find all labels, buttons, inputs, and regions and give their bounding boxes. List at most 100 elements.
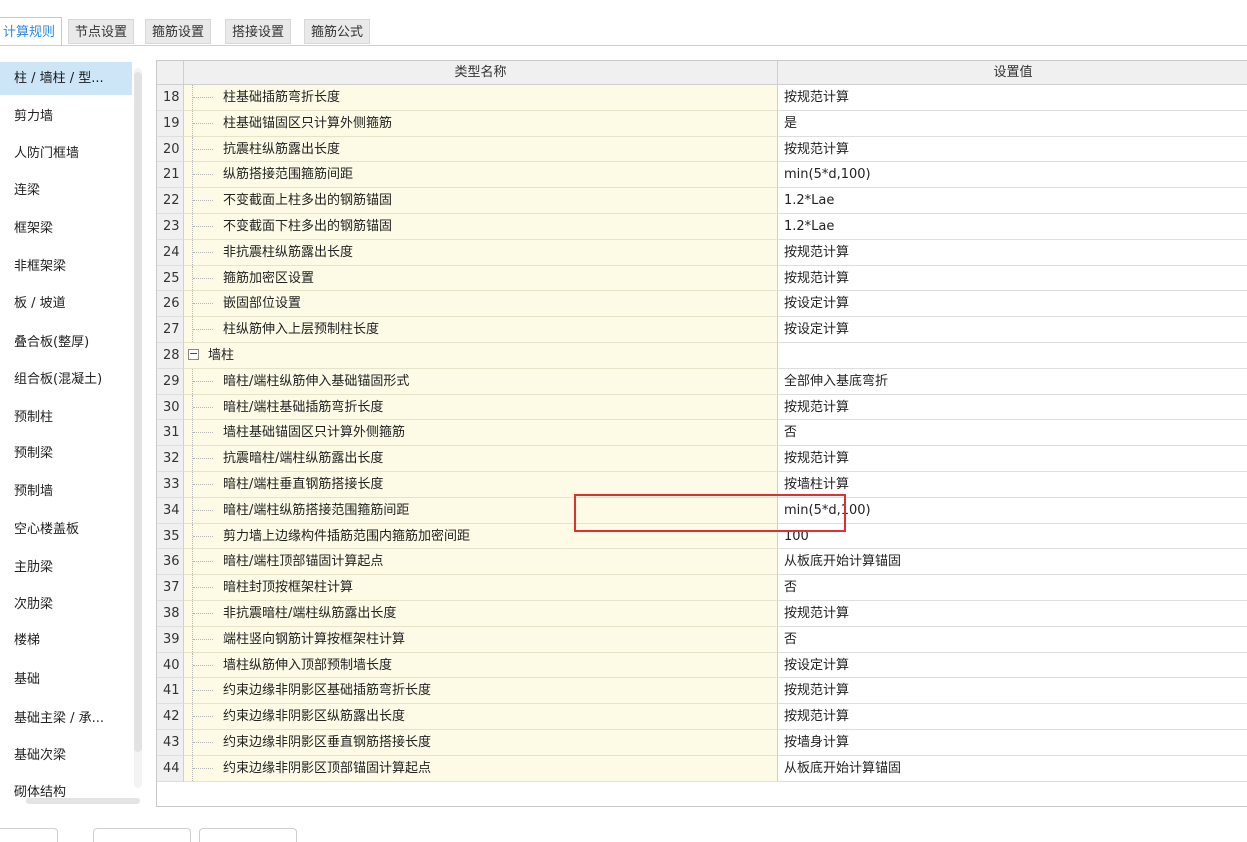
table-row[interactable]: 44 约束边缘非阴影区顶部锚固计算起点 从板底开始计算锚固 [157,755,1247,782]
sidebar-item[interactable]: 组合板(混凝土) [0,362,132,398]
setting-value-cell[interactable]: 按规范计算 [778,394,1247,421]
setting-value-cell[interactable]: 按规范计算 [778,601,1247,627]
type-name-cell[interactable]: 抗震暗柱/端柱纵筋露出长度 [184,446,778,472]
type-name-cell[interactable]: 不变截面上柱多出的钢筋锚固 [184,188,778,214]
sidebar-item[interactable]: 预制梁 [0,436,132,472]
header-type-name[interactable]: 类型名称 [184,61,778,85]
type-name-cell[interactable]: 端柱竖向钢筋计算按框架柱计算 [184,626,778,653]
type-name-cell[interactable]: 墙柱基础锚固区只计算外侧箍筋 [184,420,778,447]
table-row[interactable]: 24 非抗震柱纵筋露出长度 按规范计算 [157,239,1247,266]
table-row[interactable]: 34 暗柱/端柱纵筋搭接范围箍筋间距 min(5*d,100) [157,497,1247,524]
tab-node-settings[interactable]: 节点设置 [68,19,135,44]
type-name-cell[interactable]: − 墙柱 [184,343,778,369]
table-row[interactable]: 26 嵌固部位设置 按设定计算 [157,291,1247,318]
type-name-cell[interactable]: 约束边缘非阴影区基础插筋弯折长度 [184,678,778,705]
setting-value-cell[interactable]: 按规范计算 [778,136,1247,163]
sidebar-item[interactable]: 空心楼盖板 [0,512,132,548]
sidebar-item[interactable]: 非框架梁 [0,249,132,285]
setting-value-cell[interactable]: 按墙柱计算 [778,472,1247,498]
sidebar-item[interactable]: 板 / 坡道 [0,286,132,322]
sidebar-item[interactable]: 叠合板(整厚) [0,325,132,361]
type-name-cell[interactable]: 非抗震柱纵筋露出长度 [184,239,778,266]
table-row[interactable]: 30 暗柱/端柱基础插筋弯折长度 按规范计算 [157,394,1247,421]
tab-lap-settings[interactable]: 搭接设置 [225,19,292,44]
setting-value-cell[interactable]: 全部伸入基底弯折 [778,368,1247,395]
type-name-cell[interactable]: 不变截面下柱多出的钢筋锚固 [184,214,778,240]
type-name-cell[interactable]: 墙柱纵筋伸入顶部预制墙长度 [184,652,778,679]
table-row[interactable]: 36 暗柱/端柱顶部锚固计算起点 从板底开始计算锚固 [157,549,1247,576]
table-row[interactable]: 43 约束边缘非阴影区垂直钢筋搭接长度 按墙身计算 [157,730,1247,756]
table-row[interactable]: 22 不变截面上柱多出的钢筋锚固 1.2*Lae [157,188,1247,214]
type-name-cell[interactable]: 纵筋搭接范围箍筋间距 [184,162,778,189]
sidebar-item[interactable]: 基础 [0,662,132,698]
setting-value-cell[interactable]: 1.2*Lae [778,214,1247,240]
setting-value-cell[interactable]: 按墙身计算 [778,730,1247,756]
sidebar-item[interactable]: 主肋梁 [0,550,132,586]
type-name-cell[interactable]: 非抗震暗柱/端柱纵筋露出长度 [184,601,778,627]
collapse-toggle-icon[interactable]: − [188,348,199,360]
setting-value-cell[interactable]: 否 [778,626,1247,653]
type-name-cell[interactable]: 箍筋加密区设置 [184,265,778,292]
setting-value-cell[interactable]: 按设定计算 [778,291,1247,318]
table-row[interactable]: 25 箍筋加密区设置 按规范计算 [157,265,1247,292]
setting-value-cell[interactable]: 按设定计算 [778,317,1247,343]
setting-value-cell[interactable]: 否 [778,575,1247,601]
table-row[interactable]: 23 不变截面下柱多出的钢筋锚固 1.2*Lae [157,214,1247,240]
type-name-cell[interactable]: 暗柱/端柱纵筋伸入基础锚固形式 [184,368,778,395]
sidebar-horizontal-scrollbar[interactable] [26,798,140,804]
sidebar-scrollbar-thumb[interactable] [134,72,142,752]
tab-calc-rules[interactable]: 计算规则 [0,17,63,46]
sidebar-item[interactable]: 人防门框墙 [0,136,132,172]
table-row[interactable]: 33 暗柱/端柱垂直钢筋搭接长度 按墙柱计算 [157,472,1247,498]
setting-value-cell[interactable]: 按规范计算 [778,446,1247,472]
table-row[interactable]: 28− 墙柱 [157,343,1247,369]
table-row[interactable]: 40 墙柱纵筋伸入顶部预制墙长度 按设定计算 [157,652,1247,679]
tab-stirrup-settings[interactable]: 箍筋设置 [145,19,212,44]
sidebar-item[interactable]: 柱 / 墙柱 / 型... [0,62,132,95]
type-name-cell[interactable]: 约束边缘非阴影区垂直钢筋搭接长度 [184,730,778,756]
setting-value-cell[interactable]: 按规范计算 [778,704,1247,730]
sidebar-item[interactable]: 基础次梁 [0,738,132,774]
setting-value-cell[interactable]: 从板底开始计算锚固 [778,549,1247,576]
table-row[interactable]: 21 纵筋搭接范围箍筋间距 min(5*d,100) [157,162,1247,189]
type-name-cell[interactable]: 剪力墙上边缘构件插筋范围内箍筋加密间距 [184,523,778,550]
setting-value-cell[interactable]: 按规范计算 [778,678,1247,705]
header-setting-value[interactable]: 设置值 [778,61,1247,85]
type-name-cell[interactable]: 柱纵筋伸入上层预制柱长度 [184,317,778,343]
setting-value-cell[interactable]: min(5*d,100) [778,162,1247,189]
sidebar-item[interactable]: 基础主梁 / 承... [0,701,132,737]
setting-value-cell[interactable]: 1.2*Lae [778,188,1247,214]
table-row[interactable]: 27 柱纵筋伸入上层预制柱长度 按设定计算 [157,317,1247,343]
type-name-cell[interactable]: 约束边缘非阴影区纵筋露出长度 [184,704,778,730]
sidebar-item[interactable]: 框架梁 [0,211,132,247]
setting-value-cell[interactable]: 按规范计算 [778,239,1247,266]
table-row[interactable]: 19 柱基础锚固区只计算外侧箍筋 是 [157,110,1247,137]
type-name-cell[interactable]: 抗震柱纵筋露出长度 [184,136,778,163]
sidebar-item[interactable]: 剪力墙 [0,99,132,135]
bottom-button-1[interactable] [0,828,58,842]
sidebar-item[interactable]: 预制墙 [0,474,132,510]
table-row[interactable]: 29 暗柱/端柱纵筋伸入基础锚固形式 全部伸入基底弯折 [157,368,1247,395]
bottom-button-2[interactable] [93,828,191,842]
type-name-cell[interactable]: 暗柱封顶按框架柱计算 [184,575,778,601]
sidebar-item[interactable]: 次肋梁 [0,587,132,623]
table-row[interactable]: 31 墙柱基础锚固区只计算外侧箍筋 否 [157,420,1247,447]
tab-stirrup-formula[interactable]: 箍筋公式 [304,19,371,44]
sidebar-item[interactable]: 预制柱 [0,400,132,436]
bottom-button-3[interactable] [199,828,297,842]
setting-value-cell[interactable]: 按规范计算 [778,85,1247,111]
type-name-cell[interactable]: 柱基础锚固区只计算外侧箍筋 [184,110,778,137]
sidebar-item[interactable]: 楼梯 [0,623,132,659]
setting-value-cell[interactable]: 从板底开始计算锚固 [778,755,1247,782]
type-name-cell[interactable]: 柱基础插筋弯折长度 [184,85,778,111]
type-name-cell[interactable]: 暗柱/端柱垂直钢筋搭接长度 [184,472,778,498]
setting-value-cell[interactable]: 按规范计算 [778,265,1247,292]
setting-value-cell[interactable]: 100 [778,523,1247,550]
sidebar-item[interactable]: 连梁 [0,173,132,209]
setting-value-cell[interactable]: 按设定计算 [778,652,1247,679]
table-row[interactable]: 38 非抗震暗柱/端柱纵筋露出长度 按规范计算 [157,601,1247,627]
table-row[interactable]: 39 端柱竖向钢筋计算按框架柱计算 否 [157,626,1247,653]
type-name-cell[interactable]: 嵌固部位设置 [184,291,778,318]
type-name-cell[interactable]: 暗柱/端柱纵筋搭接范围箍筋间距 [184,497,778,524]
table-row[interactable]: 37 暗柱封顶按框架柱计算 否 [157,575,1247,601]
